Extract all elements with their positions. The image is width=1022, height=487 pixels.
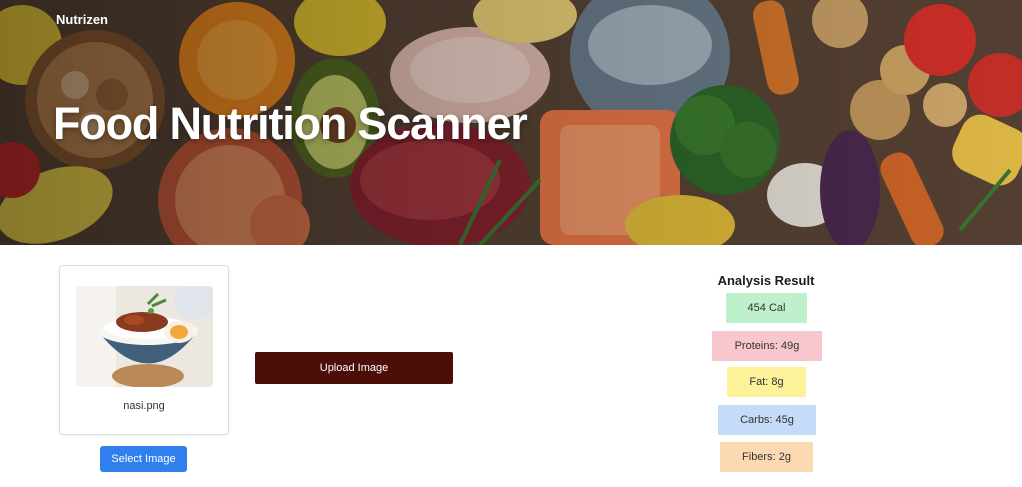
fat-badge: Fat: 8g [727, 367, 806, 397]
food-thumbnail [76, 286, 213, 387]
hero-banner: Nutrizen Food Nutrition Scanner [0, 0, 1022, 245]
brand-logo-text[interactable]: Nutrizen [56, 12, 108, 27]
app-root: Nutrizen Food Nutrition Scanner nasi.png… [0, 0, 1022, 487]
proteins-badge: Proteins: 49g [712, 331, 822, 361]
image-preview-card: nasi.png [59, 265, 229, 435]
image-filename: nasi.png [123, 400, 165, 412]
calories-badge: 454 Cal [726, 293, 807, 323]
select-image-button[interactable]: Select Image [100, 446, 187, 472]
food-thumbnail-image [76, 286, 213, 387]
upload-image-button[interactable]: Upload Image [255, 352, 453, 384]
page-title: Food Nutrition Scanner [53, 98, 528, 149]
fibers-badge: Fibers: 2g [720, 442, 813, 472]
carbs-badge: Carbs: 45g [718, 405, 816, 435]
analysis-result-heading: Analysis Result [717, 273, 815, 288]
